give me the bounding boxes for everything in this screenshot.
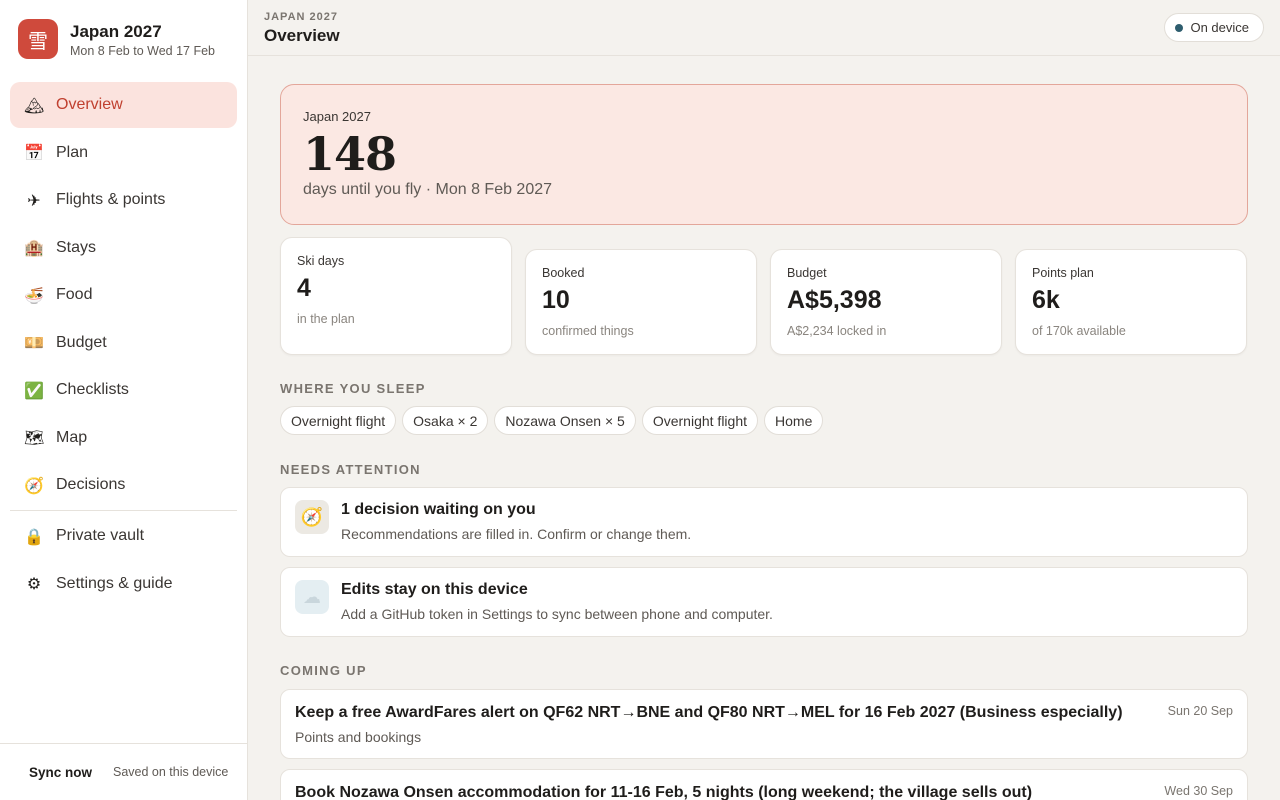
stat-card-points[interactable]: Points plan 6k of 170k available bbox=[1015, 249, 1247, 355]
sidebar-item-map[interactable]: 🗺 Map bbox=[10, 415, 237, 461]
sidebar-item-label: Private vault bbox=[56, 527, 145, 544]
sidebar-item-checklists[interactable]: ✅ Checklists bbox=[10, 367, 237, 413]
stat-sub: of 170k available bbox=[1032, 324, 1126, 338]
sidebar-item-food[interactable]: 🍜 Food bbox=[10, 272, 237, 318]
attention-item-sync[interactable]: ☁ Edits stay on this device Add a GitHub… bbox=[280, 567, 1248, 637]
trip-title: Japan 2027 bbox=[70, 21, 162, 41]
storage-status-badge[interactable]: On device bbox=[1164, 13, 1264, 42]
cloud-icon: ☁ bbox=[295, 580, 329, 614]
sidebar-item-overview[interactable]: 🏔 Overview bbox=[10, 82, 237, 128]
stat-card-ski-days[interactable]: Ski days 4 in the plan bbox=[280, 237, 512, 355]
stat-sub: A$2,234 locked in bbox=[787, 324, 887, 338]
snow-kanji-logo: 雪 bbox=[18, 19, 58, 59]
nav-divider bbox=[10, 510, 237, 511]
stat-value: 10 bbox=[542, 286, 570, 314]
page-header: JAPAN 2027 Overview On device bbox=[248, 0, 1280, 56]
sidebar-item-label: Map bbox=[56, 428, 88, 446]
lock-icon: 🔒 bbox=[24, 526, 44, 546]
save-status: Saved on this device bbox=[113, 765, 229, 779]
calendar-icon: 📅 bbox=[24, 143, 44, 162]
gear-icon: ⚙ bbox=[26, 574, 42, 593]
section-title-coming-up: COMING UP bbox=[280, 663, 367, 678]
sidebar-item-label: Settings & guide bbox=[56, 574, 173, 592]
sidebar-nav: 🏔 Overview 📅 Plan ✈ Flights & points 🏨 S… bbox=[10, 82, 237, 608]
countdown-label: Japan 2027 bbox=[303, 109, 371, 124]
attention-title: 1 decision waiting on you bbox=[341, 501, 536, 518]
stats-row: Ski days 4 in the plan Booked 10 confirm… bbox=[280, 237, 1248, 355]
airplane-icon: ✈ bbox=[27, 190, 41, 210]
upcoming-date: Sun 20 Sep bbox=[1167, 704, 1233, 718]
sleep-chip[interactable]: Osaka × 2 bbox=[402, 406, 489, 435]
sleep-chip[interactable]: Overnight flight bbox=[641, 406, 759, 435]
overview-main: Japan 2027 148 days until you fly · Mon … bbox=[280, 84, 1248, 800]
stat-label: Booked bbox=[542, 266, 585, 280]
stat-value: 6k bbox=[1032, 286, 1060, 314]
sidebar-item-label: Checklists bbox=[56, 381, 129, 398]
map-icon: 🗺 bbox=[24, 428, 45, 447]
sidebar-footer: Sync now Saved on this device bbox=[0, 743, 247, 800]
sidebar-item-label: Budget bbox=[56, 333, 107, 351]
stat-label: Budget bbox=[787, 266, 827, 280]
hotel-icon: 🏨 bbox=[24, 238, 44, 257]
sidebar-item-flights[interactable]: ✈ Flights & points bbox=[10, 177, 237, 223]
section-title-sleep: WHERE YOU SLEEP bbox=[280, 381, 426, 396]
compass-icon: 🧭 bbox=[295, 500, 329, 534]
stat-sub: in the plan bbox=[297, 312, 355, 326]
sidebar: 雪 Japan 2027 Mon 8 Feb to Wed 17 Feb 🏔 O… bbox=[0, 0, 248, 800]
upcoming-item[interactable]: Book Nozawa Onsen accommodation for 11-1… bbox=[280, 769, 1248, 800]
check-box-icon: ✅ bbox=[24, 380, 44, 400]
sleep-chip[interactable]: Overnight flight bbox=[280, 406, 397, 435]
upcoming-item[interactable]: Keep a free AwardFares alert on QF62 NRT… bbox=[280, 689, 1248, 759]
stat-card-budget[interactable]: Budget A$5,398 A$2,234 locked in bbox=[770, 249, 1002, 355]
countdown-subtitle: days until you fly · Mon 8 Feb 2027 bbox=[303, 181, 553, 198]
sidebar-item-plan[interactable]: 📅 Plan bbox=[10, 130, 237, 176]
attention-sub: Add a GitHub token in Settings to sync b… bbox=[341, 606, 773, 622]
upcoming-date: Wed 30 Sep bbox=[1164, 784, 1233, 798]
stat-label: Points plan bbox=[1032, 266, 1094, 280]
sleep-chip[interactable]: Home bbox=[764, 406, 824, 435]
stat-label: Ski days bbox=[297, 254, 345, 268]
stat-value: 4 bbox=[297, 274, 311, 302]
sidebar-item-stays[interactable]: 🏨 Stays bbox=[10, 225, 237, 271]
sync-now-button[interactable]: Sync now bbox=[29, 765, 92, 780]
attention-sub: Recommendations are filled in. Confirm o… bbox=[341, 526, 692, 542]
sidebar-item-label: Overview bbox=[56, 96, 123, 113]
sleep-chips: Overnight flight Osaka × 2 Nozawa Onsen … bbox=[280, 406, 829, 435]
sidebar-item-label: Food bbox=[56, 286, 93, 303]
upcoming-title: Keep a free AwardFares alert on QF62 NRT… bbox=[295, 704, 1123, 721]
sidebar-item-label: Flights & points bbox=[56, 191, 166, 208]
attention-title: Edits stay on this device bbox=[341, 581, 528, 598]
upcoming-category: Points and bookings bbox=[295, 729, 422, 745]
sleep-chip[interactable]: Nozawa Onsen × 5 bbox=[494, 406, 636, 435]
countdown-days: 148 bbox=[303, 127, 397, 181]
sidebar-item-label: Stays bbox=[56, 238, 97, 256]
sidebar-item-label: Decisions bbox=[56, 476, 126, 493]
sidebar-item-label: Plan bbox=[56, 143, 89, 161]
attention-item-decision[interactable]: 🧭 1 decision waiting on you Recommendati… bbox=[280, 487, 1248, 557]
compass-icon: 🧭 bbox=[24, 475, 44, 495]
mountain-icon: 🏔 bbox=[24, 95, 45, 115]
countdown-card: Japan 2027 148 days until you fly · Mon … bbox=[280, 84, 1248, 225]
stat-value: A$5,398 bbox=[787, 286, 882, 314]
status-dot-icon bbox=[1175, 23, 1184, 32]
section-title-attention: NEEDS ATTENTION bbox=[280, 462, 421, 477]
storage-status-label: On device bbox=[1190, 20, 1249, 35]
money-icon: 💴 bbox=[24, 333, 44, 352]
trip-dates: Mon 8 Feb to Wed 17 Feb bbox=[70, 43, 215, 58]
sidebar-item-decisions[interactable]: 🧭 Decisions bbox=[10, 462, 237, 508]
breadcrumb: JAPAN 2027 bbox=[264, 11, 338, 23]
sidebar-item-private-vault[interactable]: 🔒 Private vault bbox=[10, 513, 237, 559]
page-title: Overview bbox=[264, 26, 340, 45]
brand: 雪 Japan 2027 Mon 8 Feb to Wed 17 Feb bbox=[18, 19, 215, 59]
stat-sub: confirmed things bbox=[542, 324, 634, 338]
sidebar-item-budget[interactable]: 💴 Budget bbox=[10, 320, 237, 366]
sidebar-item-settings[interactable]: ⚙ Settings & guide bbox=[10, 561, 237, 607]
stat-card-booked[interactable]: Booked 10 confirmed things bbox=[525, 249, 757, 355]
upcoming-title: Book Nozawa Onsen accommodation for 11-1… bbox=[295, 784, 1033, 800]
noodle-bowl-icon: 🍜 bbox=[24, 285, 44, 305]
